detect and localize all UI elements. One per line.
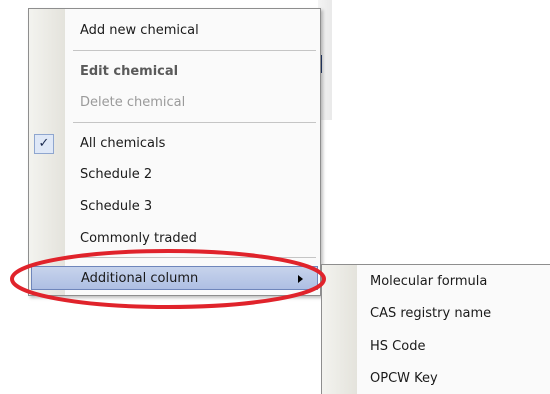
submenu-item-label: Molecular formula [370, 274, 488, 289]
menu-item-label: Edit chemical [80, 64, 179, 79]
menu-separator [73, 257, 316, 258]
context-menu: Add new chemical Edit chemical Delete ch… [28, 8, 321, 296]
menu-item-label: Schedule 2 [80, 167, 153, 182]
submenu-item-hs-code[interactable]: HS Code [322, 335, 550, 359]
menu-item-label: Commonly traded [80, 231, 197, 246]
menu-item-delete-chemical: Delete chemical [29, 91, 320, 115]
additional-column-submenu: Molecular formula CAS registry name HS C… [321, 264, 550, 394]
submenu-item-opcw-key[interactable]: OPCW Key [322, 367, 550, 391]
menu-item-label: Schedule 3 [80, 199, 153, 214]
screenshot-stage: Add new chemical Edit chemical Delete ch… [0, 0, 550, 394]
checkmark-icon: ✓ [34, 134, 54, 154]
menu-item-schedule-2[interactable]: Schedule 2 [29, 163, 320, 187]
submenu-item-label: HS Code [370, 339, 426, 354]
menu-separator [73, 50, 316, 51]
menu-item-all-chemicals[interactable]: ✓ All chemicals [29, 132, 320, 156]
menu-item-additional-column[interactable]: Additional column [31, 266, 318, 290]
submenu-arrow-icon [298, 275, 303, 283]
menu-item-label: Add new chemical [80, 23, 199, 38]
menu-item-label: Additional column [81, 271, 199, 286]
submenu-item-label: OPCW Key [370, 371, 438, 386]
menu-separator [73, 122, 316, 123]
menu-item-edit-chemical[interactable]: Edit chemical [29, 60, 320, 84]
menu-item-add-new-chemical[interactable]: Add new chemical [29, 19, 320, 43]
submenu-item-cas-registry-name[interactable]: CAS registry name [322, 302, 550, 326]
menu-item-schedule-3[interactable]: Schedule 3 [29, 195, 320, 219]
menu-item-label: All chemicals [80, 136, 166, 151]
submenu-item-label: CAS registry name [370, 306, 492, 321]
submenu-item-molecular-formula[interactable]: Molecular formula [322, 270, 550, 294]
menu-item-commonly-traded[interactable]: Commonly traded [29, 227, 320, 251]
menu-item-label: Delete chemical [80, 95, 186, 110]
